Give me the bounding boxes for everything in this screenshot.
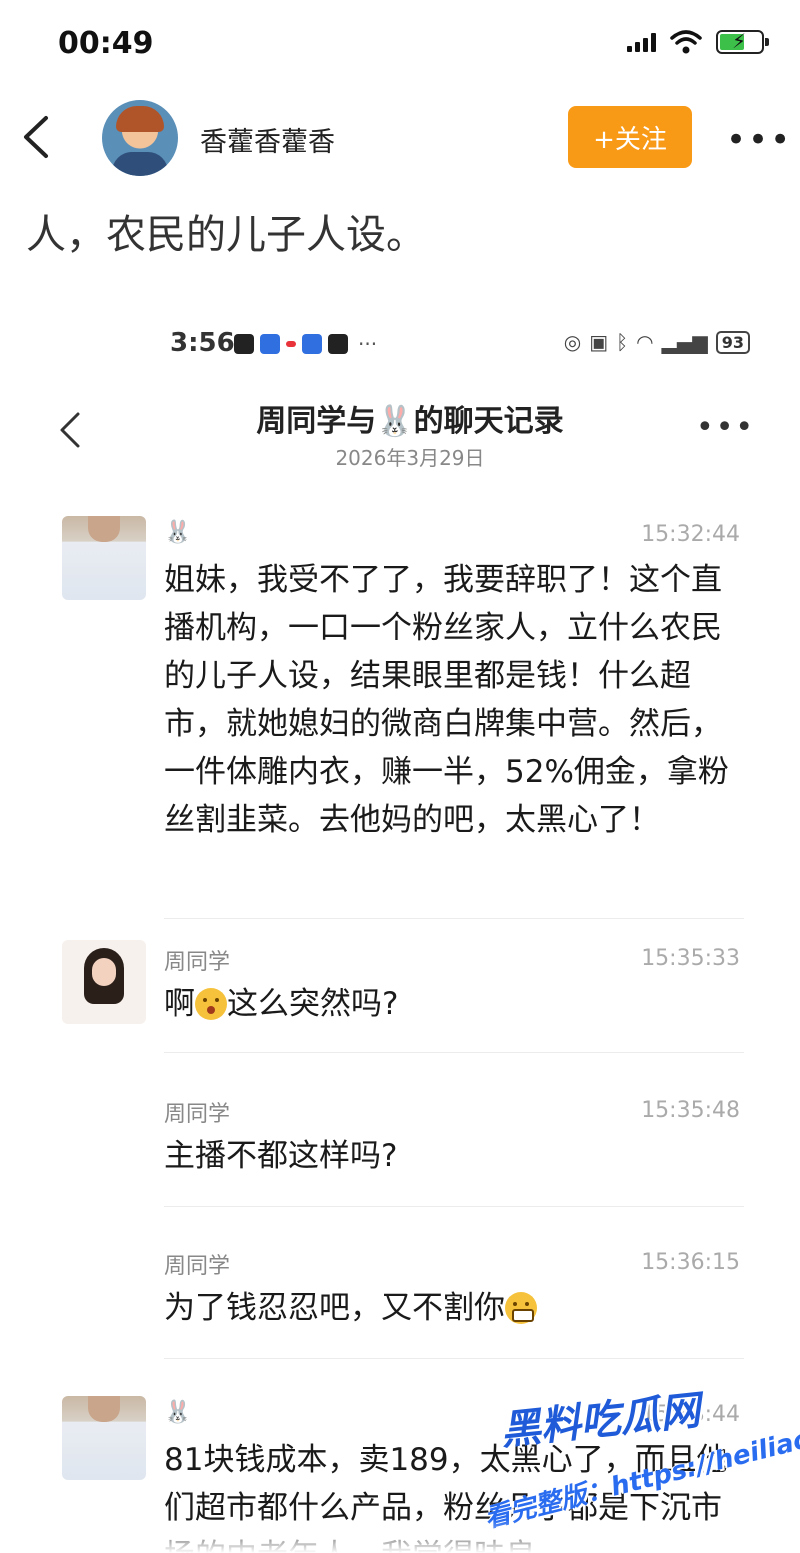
message-text: 啊这么突然吗? (164, 980, 742, 1028)
status-bar: 00:49 ⚡ (0, 0, 800, 92)
vibrate-icon: ▣ (589, 330, 609, 354)
message-text: 姐妹，我受不了了，我要辞职了！这个直播机构，一口一个粉丝家人，立什么农民的儿子人… (164, 562, 729, 838)
divider (164, 1358, 744, 1359)
tiktok-icon (328, 334, 348, 354)
avatar[interactable] (62, 940, 146, 1024)
bottom-fade (0, 1520, 800, 1553)
message-sender: 🐰 (164, 520, 192, 545)
watermark: 黑料吃瓜网 看完整版：https://heiliao-71.com (472, 1388, 800, 1535)
battery-icon: ⚡ (716, 29, 769, 54)
message-text-part: 为了钱忍忍吧，又不割你 (164, 1290, 505, 1326)
status-time: 00:49 (58, 26, 154, 61)
divider (164, 1206, 744, 1207)
signal-icon (627, 32, 656, 52)
chat-title: 周同学与🐰的聊天记录 (256, 404, 564, 439)
message-time: 15:35:48 (641, 1098, 740, 1123)
chat-more-button[interactable]: ••• (696, 410, 755, 445)
message-text: 主播不都这样吗? (164, 1138, 398, 1174)
author-avatar[interactable] (102, 100, 178, 176)
follow-button[interactable]: +关注 (568, 106, 692, 168)
divider (164, 1052, 744, 1053)
more-notifications-icon: ··· (358, 332, 378, 356)
message-sender: 🐰 (164, 1400, 192, 1425)
post-text: 人，农民的儿子人设。 (26, 212, 426, 258)
app-icon (260, 334, 280, 354)
message-sender: 周同学 (164, 950, 231, 975)
inner-status-icons: ◎ ▣ ᛒ ◠ ▂▄▆ 93 (564, 330, 750, 354)
battery-icon: 93 (715, 330, 750, 354)
bluetooth-icon: ᛒ (616, 330, 629, 354)
inner-status-time: 3:56 (170, 328, 235, 358)
nfc-icon: ◎ (563, 330, 582, 354)
message-sender: 周同学 (164, 1254, 231, 1279)
message-text: 为了钱忍忍吧，又不割你 (164, 1284, 742, 1332)
signal-icon: ▂▄▆ (661, 330, 708, 354)
inner-notification-icons: ··· (234, 332, 377, 356)
chat-date: 2026年3月29日 (335, 446, 485, 470)
message-time: 15:35:33 (641, 946, 740, 971)
back-icon[interactable] (18, 114, 58, 160)
status-icons: ⚡ (627, 29, 769, 54)
grimacing-face-icon (505, 1292, 537, 1324)
message-time: 15:32:44 (641, 522, 740, 547)
avatar[interactable] (62, 516, 146, 600)
chat-header: 周同学与🐰的聊天记录 2026年3月29日 ••• (40, 388, 780, 478)
message-time: 15:36:15 (641, 1250, 740, 1275)
tiktok-icon (234, 334, 254, 354)
app-icon (286, 341, 296, 347)
app-header: 香藿香藿香 +关注 ••• (0, 92, 800, 184)
inner-status-bar: 3:56 ··· ◎ ▣ ᛒ ◠ ▂▄▆ 93 (170, 328, 750, 362)
avatar[interactable] (62, 1396, 146, 1480)
message-text-part: 这么突然吗? (227, 986, 399, 1022)
app-icon (302, 334, 322, 354)
astonished-face-icon (195, 988, 227, 1020)
divider (164, 918, 744, 919)
author-name[interactable]: 香藿香藿香 (200, 120, 335, 159)
wifi-icon: ◠ (636, 330, 654, 354)
wifi-icon (670, 30, 702, 54)
more-options-button[interactable]: ••• (726, 120, 792, 160)
message-sender: 周同学 (164, 1102, 231, 1127)
watermark-logo: 黑料吃瓜网 (498, 1387, 703, 1455)
message-text-part: 啊 (164, 986, 195, 1022)
